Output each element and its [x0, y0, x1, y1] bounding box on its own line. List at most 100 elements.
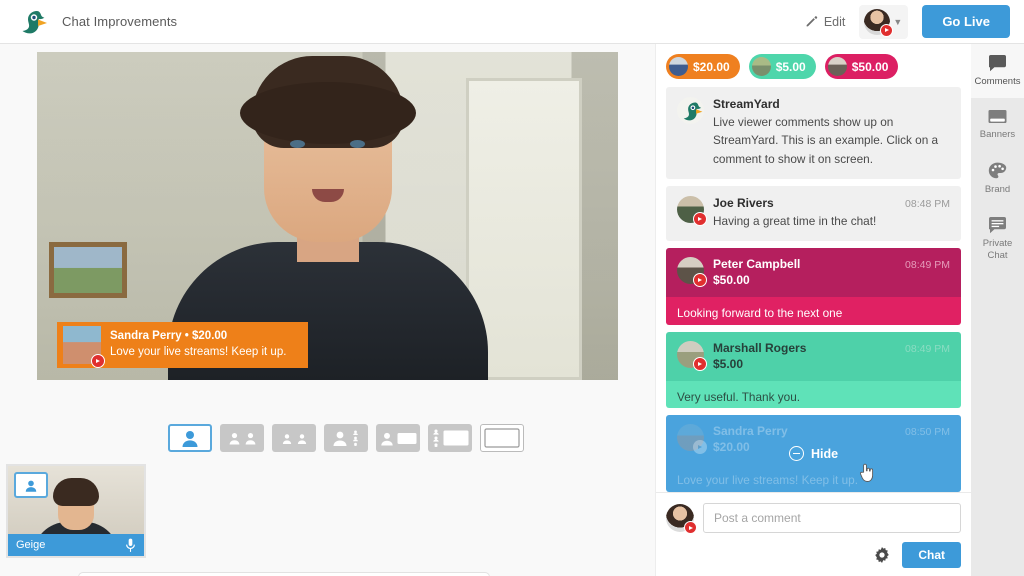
group-screen-stack-icon [432, 429, 439, 447]
comment-text: Having a great time in the chat! [713, 213, 877, 228]
donation-amount: $50.00 [851, 59, 889, 74]
private-chat-icon [988, 216, 1006, 233]
self-view-footer: Geige [8, 534, 144, 556]
rail-item-banners[interactable]: Banners [971, 98, 1024, 151]
comment-text: Very useful. Thank you. [666, 380, 961, 409]
comment-time: 08:48 PM [905, 197, 950, 210]
avatar [864, 8, 894, 37]
donor-avatar [669, 57, 688, 76]
avatar [677, 195, 707, 226]
stage-area: Sandra Perry • $20.00 Love your live str… [0, 44, 655, 576]
self-view-name: Geige [16, 539, 46, 551]
donation-pill[interactable]: $20.00 [666, 54, 740, 79]
gear-icon[interactable] [874, 547, 890, 563]
streamyard-duck-logo[interactable] [0, 5, 62, 39]
avatar [666, 504, 697, 534]
comment-author: StreamYard [713, 97, 780, 111]
comment-item-donation[interactable]: Marshall Rogers 08:49 PM $5.00 Very usef… [666, 331, 961, 409]
youtube-icon [693, 356, 707, 371]
donation-amount: $20.00 [693, 59, 730, 74]
streamyard-duck-logo [683, 102, 703, 121]
header-actions: Edit ▼ Go Live [805, 4, 1024, 39]
comment-item-donation[interactable]: Peter Campbell 08:49 PM $50.00 Looking f… [666, 248, 961, 325]
rail-label-banners: Banners [979, 128, 1016, 140]
post-comment-input[interactable] [703, 503, 961, 533]
youtube-icon [684, 521, 697, 534]
comment-time: 08:49 PM [905, 342, 950, 355]
rail-item-brand[interactable]: Brand [971, 151, 1024, 206]
youtube-icon [880, 23, 894, 37]
layout-two-people-alt-button[interactable] [272, 424, 316, 452]
rail-label-comments: Comments [974, 76, 1021, 87]
comment-author: Joe Rivers [713, 195, 774, 210]
page-title: Chat Improvements [62, 14, 178, 29]
donation-pill[interactable]: $50.00 [824, 54, 899, 79]
comment-bubble-icon [988, 55, 1006, 72]
layout-group-screen-button[interactable] [428, 424, 472, 452]
donor-avatar [751, 57, 771, 76]
layout-one-plus-three-button[interactable] [324, 424, 368, 452]
app-header: Chat Improvements Edit ▼ Go Live [0, 0, 1024, 44]
stage-donation-banner: Sandra Perry • $20.00 Love your live str… [57, 322, 308, 368]
pencil-icon [806, 16, 818, 27]
chevron-down-icon: ▼ [893, 16, 903, 27]
comment-list[interactable]: StreamYard Live viewer comments show up … [656, 87, 971, 492]
edit-label: Edit [823, 14, 846, 29]
banner-icon [988, 109, 1007, 123]
account-menu[interactable]: ▼ [859, 4, 909, 39]
rail-item-private-chat[interactable]: Private Chat [971, 206, 1024, 272]
wall-picture [49, 242, 127, 298]
right-rail: Comments Banners Brand Private Chat [971, 44, 1024, 576]
rail-label-private-chat: Private Chat [982, 237, 1013, 261]
layout-solo-button[interactable] [168, 424, 212, 452]
avatar [677, 97, 704, 124]
send-chat-button[interactable]: Chat [902, 542, 961, 568]
single-person-layout-icon [182, 431, 198, 447]
comment-item[interactable]: Joe Rivers 08:48 PM Having a great time … [666, 185, 961, 242]
donation-pill[interactable]: $5.00 [748, 54, 816, 79]
palette-icon [988, 162, 1007, 178]
banner-name-amount: Sandra Perry • $20.00 [110, 330, 228, 343]
main-video-preview[interactable]: Sandra Perry • $20.00 Love your live str… [37, 52, 618, 380]
comment-text: Looking forward to the next one [666, 297, 961, 325]
layout-two-people-button[interactable] [220, 424, 264, 452]
layout-person-screen-button[interactable] [376, 424, 420, 452]
edit-button[interactable]: Edit [805, 14, 846, 29]
youtube-icon [693, 273, 707, 288]
layout-picker [168, 424, 524, 452]
self-view-layout-badge[interactable] [14, 472, 48, 498]
self-view-tile[interactable]: Geige [6, 464, 146, 558]
rail-item-comments[interactable]: Comments [971, 44, 1024, 98]
donor-avatar [827, 57, 847, 76]
two-person-layout-icon [229, 432, 239, 445]
comment-item-system[interactable]: StreamYard Live viewer comments show up … [666, 87, 961, 179]
streamyard-duck-logo-svg [22, 10, 47, 33]
comment-item-shown[interactable]: Sandra Perry 08:50 PM $20.00 Love your l… [666, 415, 961, 492]
one-plus-three-layout-icon [333, 431, 347, 446]
layout-screen-only-button[interactable] [480, 424, 524, 452]
comments-panel: $20.00 $5.00 $50.00 StreamYard Live view… [655, 44, 971, 576]
screen-only-layout-icon [484, 428, 520, 448]
comment-amount: $50.00 [713, 273, 750, 288]
comment-composer: Chat [656, 492, 971, 576]
comment-author: Peter Campbell [713, 257, 801, 272]
go-live-button[interactable]: Go Live [922, 5, 1010, 38]
streamyard-studio: Chat Improvements Edit ▼ Go Live Sandra … [0, 0, 1024, 576]
avatar [677, 257, 707, 288]
banner-avatar [63, 326, 105, 368]
rail-label-brand: Brand [984, 183, 1011, 195]
comment-amount: $5.00 [713, 356, 744, 371]
studio-toolbar: Mute Stop Cam Settings [78, 572, 490, 576]
microphone-icon [126, 538, 135, 552]
banner-message: Love your live streams! Keep it up. [110, 346, 287, 358]
group-screen-screen-icon [443, 430, 468, 446]
avatar [677, 340, 707, 371]
comment-text: Live viewer comments show up on StreamYa… [713, 115, 939, 166]
hide-label: Hide [810, 446, 839, 461]
comment-time: 08:49 PM [905, 259, 950, 272]
minus-circle-icon [788, 446, 804, 462]
one-plus-three-stack-icon [353, 430, 358, 446]
comment-author: Marshall Rogers [713, 340, 807, 355]
hide-comment-button[interactable]: Hide [666, 415, 961, 492]
person-screen-screen-icon [397, 432, 416, 444]
